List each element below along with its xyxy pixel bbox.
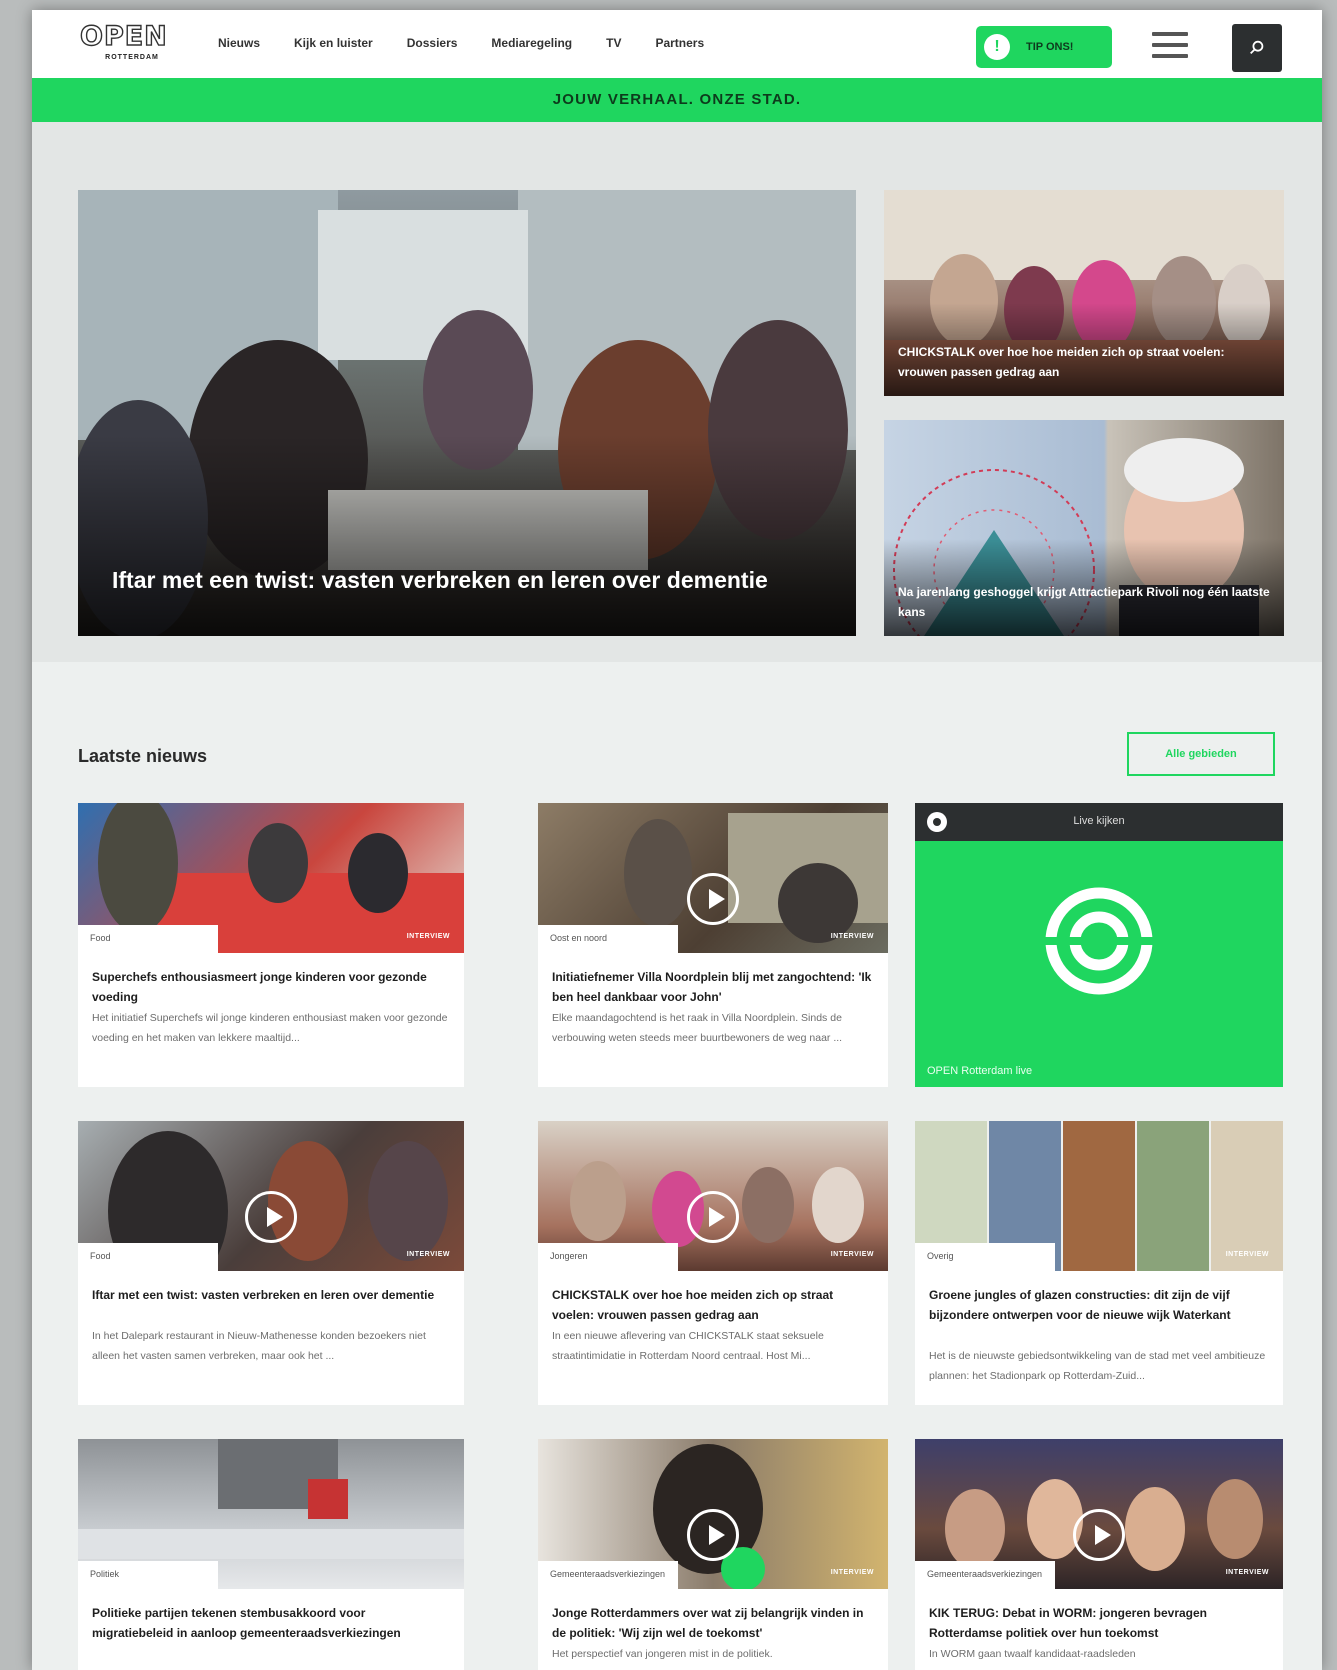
card-title[interactable]: Iftar met een twist: vasten verbreken en…: [92, 1285, 450, 1305]
card-title[interactable]: Politieke partijen tekenen stembusakkoor…: [92, 1603, 450, 1643]
hero-side-article-1[interactable]: CHICKSTALK over hoe hoe meiden zich op s…: [884, 190, 1284, 396]
news-card[interactable]: Oost en noord INTERVIEW Initiatiefnemer …: [538, 803, 888, 1087]
card-excerpt: In het Dalepark restaurant in Nieuw-Math…: [92, 1330, 426, 1362]
nav-item-partners[interactable]: Partners: [655, 36, 704, 50]
card-category[interactable]: Politiek: [78, 1561, 218, 1589]
hero-side-article-2[interactable]: Na jarenlang geshoggel krijgt Attractiep…: [884, 420, 1284, 636]
video-play-icon[interactable]: [687, 1191, 739, 1243]
hero-side-2-title[interactable]: Na jarenlang geshoggel krijgt Attractiep…: [898, 582, 1270, 622]
card-excerpt: Het is de nieuwste gebiedsontwikkeling v…: [929, 1350, 1266, 1382]
open-logo-icon: [1041, 887, 1157, 995]
news-card[interactable]: Gemeenteraadsverkiezingen INTERVIEW KIK …: [915, 1439, 1283, 1670]
hero-main-title[interactable]: Iftar met een twist: vasten verbreken en…: [112, 562, 792, 598]
card-badge: INTERVIEW: [1225, 1569, 1269, 1576]
video-play-icon[interactable]: [687, 1509, 739, 1561]
exclamation-icon: !: [984, 34, 1010, 60]
live-header-bar: Live kijken: [915, 803, 1283, 841]
news-card[interactable]: Jongeren INTERVIEW CHICKSTALK over hoe h…: [538, 1121, 888, 1405]
latest-news-heading: Laatste nieuws: [78, 746, 208, 766]
card-title[interactable]: Groene jungles of glazen constructies: d…: [929, 1285, 1269, 1325]
live-header-label: Live kijken: [1073, 815, 1125, 827]
tip-ons-label: TIP ONS!: [1026, 41, 1074, 53]
card-category[interactable]: Food: [78, 925, 218, 953]
news-card[interactable]: Food INTERVIEW Superchefs enthousiasmeer…: [78, 803, 464, 1087]
card-title[interactable]: Initiatiefnemer Villa Noordplein blij me…: [552, 967, 874, 1007]
all-areas-button[interactable]: Alle gebieden: [1127, 732, 1275, 776]
live-stream-widget[interactable]: Live kijken OPEN Rotterdam live: [915, 803, 1283, 1087]
card-excerpt: In een nieuwe aflevering van CHICKSTALK …: [552, 1330, 824, 1362]
news-card[interactable]: Politiek Politieke partijen tekenen stem…: [78, 1439, 464, 1670]
card-category[interactable]: Jongeren: [538, 1243, 678, 1271]
page-frame: OPEN ROTTERDAM Nieuws Kijk en luister Do…: [32, 10, 1322, 1670]
hamburger-menu-icon[interactable]: [1152, 32, 1188, 58]
search-icon: [1250, 40, 1264, 55]
card-category[interactable]: Food: [78, 1243, 218, 1271]
logo-word: OPEN: [79, 21, 168, 52]
card-excerpt: In WORM gaan twaalf kandidaat-raadsleden: [929, 1648, 1136, 1660]
card-title[interactable]: Jonge Rotterdammers over wat zij belangr…: [552, 1603, 874, 1643]
slogan-banner: JOUW VERHAAL. ONZE STAD.: [32, 78, 1322, 122]
card-excerpt: Het initiatief Superchefs wil jonge kind…: [92, 1012, 448, 1044]
logo-subtitle: ROTTERDAM: [105, 54, 159, 61]
nav-item-dossiers[interactable]: Dossiers: [407, 36, 458, 50]
news-card[interactable]: Gemeenteraadsverkiezingen INTERVIEW Jong…: [538, 1439, 888, 1670]
video-play-icon[interactable]: [687, 873, 739, 925]
card-badge: INTERVIEW: [1225, 1251, 1269, 1258]
card-category[interactable]: Oost en noord: [538, 925, 678, 953]
card-excerpt: Het perspectief van jongeren mist in de …: [552, 1648, 773, 1660]
card-category[interactable]: Overig: [915, 1243, 1055, 1271]
card-badge: INTERVIEW: [406, 933, 450, 940]
live-channel-label[interactable]: OPEN Rotterdam live: [927, 1065, 1032, 1077]
card-excerpt: Elke maandagochtend is het raak in Villa…: [552, 1012, 843, 1044]
nav-item-mediaregeling[interactable]: Mediaregeling: [491, 36, 572, 50]
card-title[interactable]: KIK TERUG: Debat in WORM: jongeren bevra…: [929, 1603, 1269, 1643]
hero-main-article[interactable]: Iftar met een twist: vasten verbreken en…: [78, 190, 856, 636]
card-badge: INTERVIEW: [830, 1251, 874, 1258]
nav-item-kijk-en-luister[interactable]: Kijk en luister: [294, 36, 373, 50]
hero-section: Iftar met een twist: vasten verbreken en…: [32, 122, 1322, 662]
card-category[interactable]: Gemeenteraadsverkiezingen: [915, 1561, 1055, 1589]
search-button[interactable]: [1232, 24, 1282, 72]
card-badge: INTERVIEW: [830, 933, 874, 940]
news-card[interactable]: Overig INTERVIEW Groene jungles of glaze…: [915, 1121, 1283, 1405]
card-badge: INTERVIEW: [830, 1569, 874, 1576]
site-logo[interactable]: OPEN ROTTERDAM: [79, 21, 184, 66]
hero-side-1-title[interactable]: CHICKSTALK over hoe hoe meiden zich op s…: [898, 342, 1270, 382]
video-play-icon[interactable]: [245, 1191, 297, 1243]
card-title[interactable]: Superchefs enthousiasmeert jonge kindere…: [92, 967, 450, 1007]
nav-item-nieuws[interactable]: Nieuws: [218, 36, 260, 50]
tip-ons-button[interactable]: ! TIP ONS!: [976, 26, 1112, 68]
news-card[interactable]: Food INTERVIEW Iftar met een twist: vast…: [78, 1121, 464, 1405]
video-play-icon[interactable]: [1073, 1509, 1125, 1561]
card-badge: INTERVIEW: [406, 1251, 450, 1258]
site-header: OPEN ROTTERDAM Nieuws Kijk en luister Do…: [32, 10, 1322, 78]
card-title[interactable]: CHICKSTALK over hoe hoe meiden zich op s…: [552, 1285, 874, 1325]
nav-item-tv[interactable]: TV: [606, 36, 621, 50]
card-category[interactable]: Gemeenteraadsverkiezingen: [538, 1561, 678, 1589]
main-nav: Nieuws Kijk en luister Dossiers Mediareg…: [218, 36, 738, 50]
hero-main-gradient: [78, 435, 856, 636]
